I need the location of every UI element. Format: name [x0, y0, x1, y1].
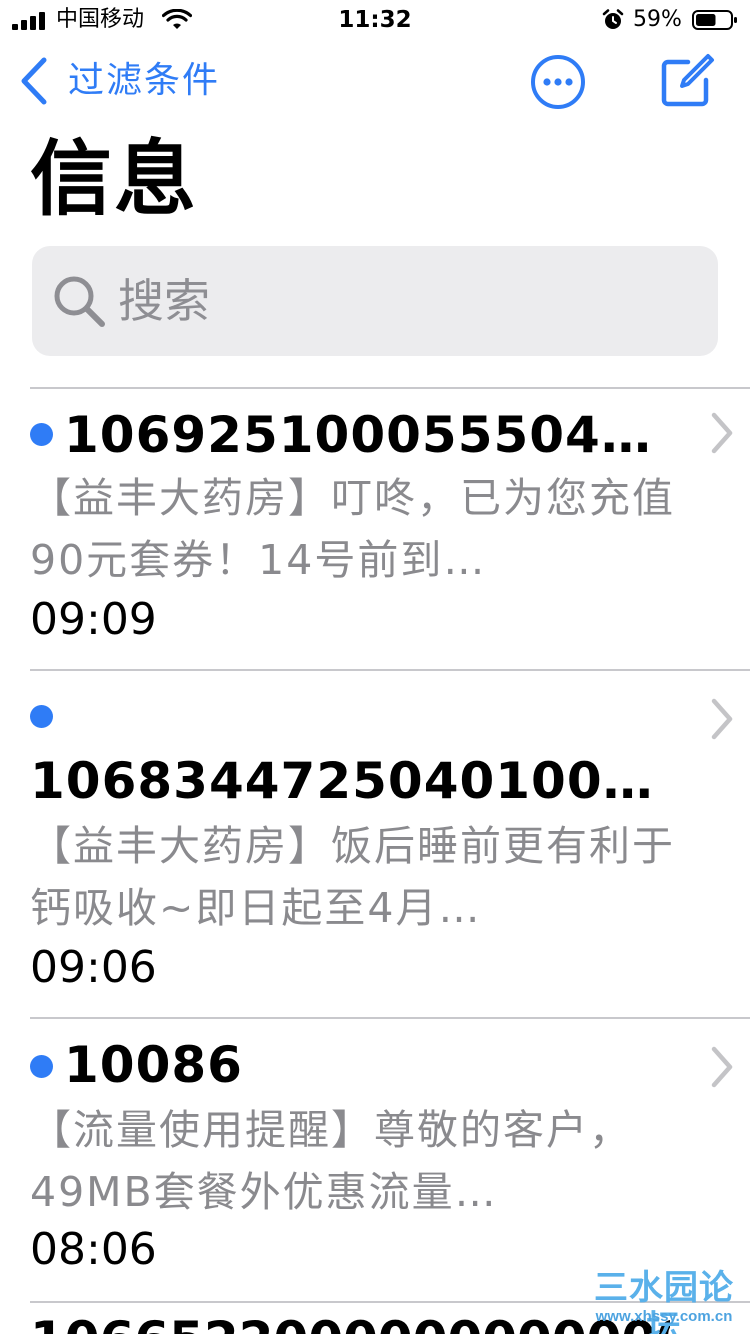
- status-bar: 中国移动 11:32 59%: [0, 0, 750, 40]
- more-icon[interactable]: [530, 54, 586, 110]
- message-sender: 1068344725040100…: [30, 752, 654, 810]
- chevron-right-icon: [711, 412, 733, 454]
- chevron-right-icon: [711, 1046, 733, 1088]
- nav-bar: 过滤条件: [0, 44, 750, 124]
- message-sender: 1069251000555048…: [64, 406, 664, 464]
- message-time: 08:06: [30, 1224, 157, 1275]
- message-row[interactable]: 10086 【流量使用提醒】尊敬的客户，49MB套餐外优惠流量… 08:06: [0, 1019, 750, 1301]
- message-time: 09:09: [30, 594, 157, 645]
- message-preview: 【益丰大药房】叮咚，已为您充值90元套券！14号前到…: [30, 474, 675, 584]
- battery-percent: 59%: [633, 7, 682, 32]
- chevron-right-icon: [711, 698, 733, 740]
- page-title: 信息: [30, 132, 199, 227]
- chevron-left-icon[interactable]: [16, 56, 50, 106]
- battery-icon: [692, 10, 737, 30]
- message-preview: 【流量使用提醒】尊敬的客户，49MB套餐外优惠流量…: [30, 1106, 632, 1216]
- search-input[interactable]: [118, 270, 678, 332]
- message-sender: 10665220000000000000: [30, 1318, 670, 1334]
- watermark-url: www.xhssy.com.cn: [595, 1308, 733, 1325]
- message-row[interactable]: 1069251000555048… 【益丰大药房】叮咚，已为您充值90元套券！1…: [0, 389, 750, 669]
- search-bar[interactable]: [32, 246, 718, 356]
- unread-dot-icon: [30, 1055, 53, 1078]
- unread-dot-icon: [30, 705, 53, 728]
- message-row[interactable]: 10665220000000000000: [30, 1318, 670, 1334]
- message-time: 09:06: [30, 942, 157, 993]
- compose-icon[interactable]: [658, 52, 716, 110]
- message-row[interactable]: 1068344725040100… 【益丰大药房】饭后睡前更有利于钙吸收~即日起…: [0, 671, 750, 1017]
- search-icon: [54, 276, 105, 327]
- unread-dot-icon: [30, 423, 53, 446]
- message-preview: 【益丰大药房】饭后睡前更有利于钙吸收~即日起至4月…: [30, 822, 675, 932]
- message-sender: 10086: [64, 1036, 243, 1094]
- back-button[interactable]: 过滤条件: [68, 58, 220, 104]
- watermark: 三水园论坛 www.xhssy.com.cn: [578, 1268, 750, 1334]
- alarm-icon: [602, 9, 624, 29]
